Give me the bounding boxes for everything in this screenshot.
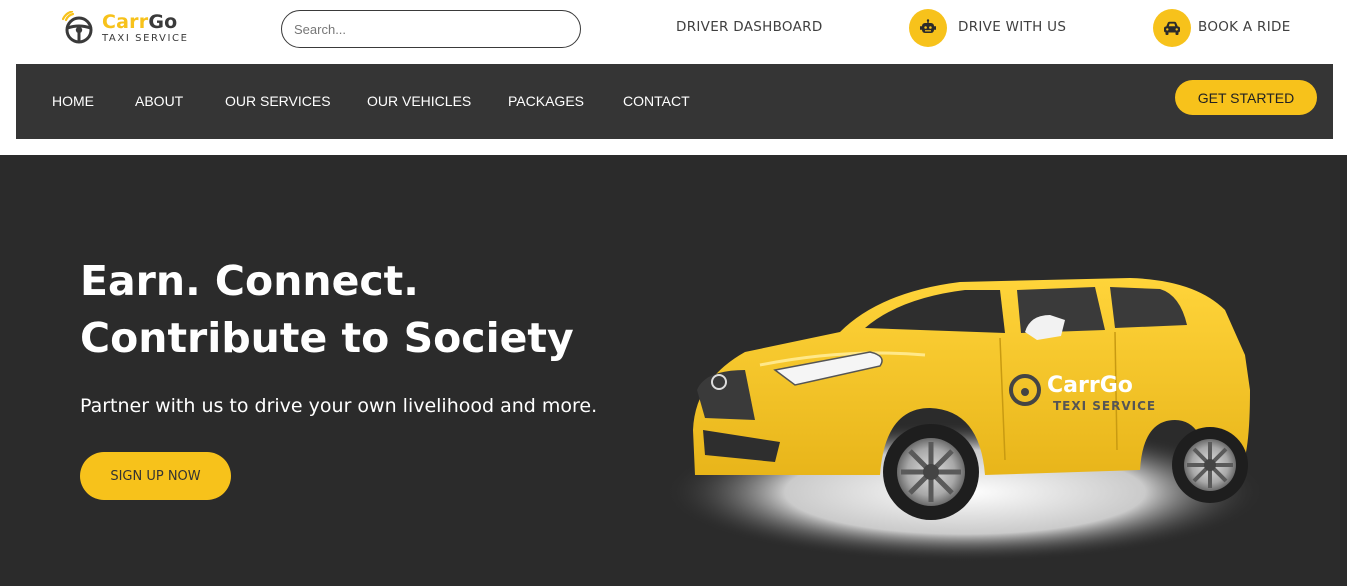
nav-item-home[interactable]: HOME xyxy=(52,93,94,109)
hero-title: Earn. Connect. Contribute to Society xyxy=(80,257,574,362)
brand-tagline: TAXI SERVICE xyxy=(102,32,189,44)
robot-icon[interactable] xyxy=(909,9,947,47)
steering-wheel-icon xyxy=(62,11,93,44)
main-nav: HOME ABOUT OUR SERVICES OUR VEHICLES PAC… xyxy=(16,64,1333,139)
book-a-ride-link[interactable]: BOOK A RIDE xyxy=(1198,19,1291,35)
brand-name-part1: Carr xyxy=(102,10,149,33)
hero-subtitle: Partner with us to drive your own liveli… xyxy=(80,395,598,417)
drive-with-us-link[interactable]: DRIVE WITH US xyxy=(958,19,1066,35)
driver-dashboard-link[interactable]: DRIVER DASHBOARD xyxy=(676,19,823,35)
top-bar: CarrGo TAXI SERVICE DRIVER DASHBOARD DRI… xyxy=(0,0,1347,58)
sign-up-now-button[interactable]: SIGN UP NOW xyxy=(80,452,231,500)
hero-section: Earn. Connect. Contribute to Society Par… xyxy=(0,155,1347,586)
car-icon[interactable] xyxy=(1153,9,1191,47)
taxi-car-image: CarrGo TEXI SERVICE xyxy=(665,278,1265,562)
nav-item-our-services[interactable]: OUR SERVICES xyxy=(225,93,331,109)
nav-item-about[interactable]: ABOUT xyxy=(135,93,183,109)
nav-item-packages[interactable]: PACKAGES xyxy=(508,93,584,109)
get-started-button[interactable]: GET STARTED xyxy=(1175,80,1317,115)
car-decal-tagline: TEXI SERVICE xyxy=(1053,399,1156,413)
brand-logo[interactable]: CarrGo TAXI SERVICE xyxy=(62,8,189,48)
nav-item-contact[interactable]: CONTACT xyxy=(623,93,690,109)
car-decal-name: CarrGo xyxy=(1047,373,1133,398)
nav-item-our-vehicles[interactable]: OUR VEHICLES xyxy=(367,93,471,109)
brand-name: CarrGo xyxy=(102,10,189,33)
search-input[interactable] xyxy=(281,10,581,48)
brand-name-part2: Go xyxy=(148,10,178,33)
